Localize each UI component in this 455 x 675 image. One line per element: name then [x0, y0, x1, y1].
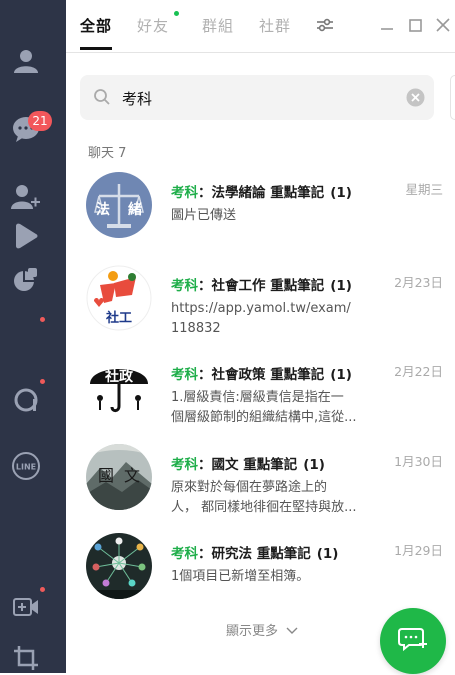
- member-count: (1): [330, 278, 352, 294]
- keyword-highlight: 考科: [171, 546, 198, 562]
- new-chat-button[interactable]: [380, 608, 446, 674]
- chat-name: ：研究法 重點筆記: [198, 546, 311, 562]
- add-friend-icon[interactable]: [9, 180, 43, 214]
- chat-name: ：法學緒論 重點筆記: [198, 185, 325, 201]
- unread-badge: 21: [28, 111, 52, 131]
- chat-preview: 圖片已傳送: [171, 206, 381, 226]
- today-icon[interactable]: [9, 262, 43, 296]
- avatar-text: 法: [96, 201, 110, 218]
- chat-item[interactable]: 社工 考科：社會工作 重點筆記 (1) https://app.yamol.tw/…: [66, 265, 455, 351]
- search-box: [80, 75, 434, 120]
- new-chat-icon: [398, 625, 428, 657]
- chat-name: ：社會工作 重點筆記: [198, 278, 325, 294]
- openchat-icon[interactable]: [9, 383, 43, 417]
- show-more-label: 顯示更多: [226, 624, 279, 639]
- member-count: (1): [330, 367, 352, 383]
- avatar: 國 文: [86, 444, 152, 510]
- chat-title: 考科：國文 重點筆記 (1): [171, 453, 325, 473]
- chat-title: 考科：社會政策 重點筆記 (1): [171, 363, 352, 383]
- preview-line: 人， 都同樣地徘徊在堅持與放...: [171, 500, 357, 515]
- video-dot: [40, 587, 45, 592]
- search-input[interactable]: [122, 87, 392, 109]
- show-more-button[interactable]: 顯示更多: [226, 620, 298, 639]
- chat-preview: 原來對於每個在夢路途上的人， 都同樣地徘徊在堅持與放...: [171, 478, 381, 518]
- chat-title: 考科：研究法 重點筆記 (1): [171, 542, 338, 562]
- keyword-highlight: 考科: [171, 367, 198, 383]
- chat-item[interactable]: 國 文 考科：國文 重點筆記 (1) 原來對於每個在夢路途上的人， 都同樣地徘徊在…: [66, 444, 455, 530]
- preview-line: 個層級節制的組織結構中,這從...: [171, 410, 357, 425]
- search-icon: [93, 88, 111, 110]
- preview-line: 原來對於每個在夢路途上的: [171, 480, 328, 495]
- svg-text:LINE: LINE: [16, 463, 36, 472]
- chat-item[interactable]: 社政 考科：社會政策 重點筆記 (1) 1.層級責信:層級責信是指在一 個層級節制的…: [66, 354, 455, 440]
- preview-line: https://app.yamol.tw/exam/: [171, 301, 351, 316]
- avatar-text: 文: [124, 466, 140, 485]
- tab-underline: [80, 47, 112, 50]
- chat-name: ：國文 重點筆記: [198, 457, 298, 473]
- avatar: 社政: [86, 354, 152, 420]
- keyword-highlight: 考科: [171, 457, 198, 473]
- keyword-highlight: 考科: [171, 185, 198, 201]
- filter-icon[interactable]: [316, 16, 334, 34]
- sidebar: 21 LINE: [0, 0, 66, 673]
- friends-new-dot: [174, 11, 179, 16]
- maximize-icon[interactable]: [406, 16, 424, 34]
- avatar: 法 緒: [86, 172, 152, 238]
- avatar-text: 國: [98, 466, 114, 485]
- avatar-text: 社政: [104, 368, 134, 385]
- today-dot: [40, 317, 45, 322]
- chat-preview: https://app.yamol.tw/exam/118832: [171, 299, 381, 339]
- member-count: (1): [303, 457, 325, 473]
- chat-item[interactable]: 考科：研究法 重點筆記 (1) 1個項目已新增至相簿。 1月29日: [66, 533, 455, 619]
- keyword-highlight: 考科: [171, 278, 198, 294]
- chat-date: 星期三: [405, 182, 443, 197]
- tab-all[interactable]: 全部: [80, 15, 112, 36]
- avatar-text: 社工: [105, 310, 132, 326]
- tab-bar: 全部 好友 群組 社群: [66, 0, 455, 53]
- chat-item[interactable]: 法 緒 考科：法學緒論 重點筆記 (1) 圖片已傳送 星期三: [66, 172, 455, 258]
- member-count: (1): [330, 185, 352, 201]
- tab-community[interactable]: 社群: [259, 15, 291, 36]
- member-count: (1): [316, 546, 339, 562]
- preview-line: 1個項目已新增至相簿。: [171, 569, 310, 584]
- chat-preview: 1個項目已新增至相簿。: [171, 567, 381, 587]
- chat-name: ：社會政策 重點筆記: [198, 367, 325, 383]
- tab-groups[interactable]: 群組: [202, 15, 234, 36]
- close-icon[interactable]: [434, 16, 452, 34]
- chat-date: 1月30日: [394, 454, 443, 469]
- openchat-dot: [40, 379, 45, 384]
- chat-title: 考科：社會工作 重點筆記 (1): [171, 274, 352, 294]
- friends-icon[interactable]: [9, 44, 43, 78]
- avatar: 社工: [86, 265, 152, 331]
- crop-icon[interactable]: [9, 641, 43, 675]
- video-call-icon[interactable]: [9, 590, 43, 624]
- chevron-down-icon: [286, 624, 298, 639]
- avatar: [86, 533, 152, 599]
- clear-search-icon[interactable]: [406, 88, 425, 111]
- chat-date: 1月29日: [394, 543, 443, 558]
- preview-line: 118832: [171, 321, 221, 336]
- side-panel-edge: [450, 75, 455, 120]
- tab-friends[interactable]: 好友: [137, 15, 169, 36]
- minimize-icon[interactable]: [378, 16, 396, 34]
- preview-line: 1.層級責信:層級責信是指在一: [171, 390, 344, 405]
- voom-icon[interactable]: [9, 219, 43, 253]
- chat-title: 考科：法學緒論 重點筆記 (1): [171, 181, 352, 201]
- chat-date: 2月23日: [394, 275, 443, 290]
- main-panel: 全部 好友 群組 社群 聊天 7: [66, 0, 455, 674]
- section-title: 聊天 7: [88, 146, 127, 161]
- chat-preview: 1.層級責信:層級責信是指在一 個層級節制的組織結構中,這從...: [171, 388, 381, 428]
- line-icon[interactable]: LINE: [9, 449, 43, 483]
- avatar-text: 緒: [128, 201, 142, 218]
- chat-date: 2月22日: [394, 364, 443, 379]
- preview-line: 圖片已傳送: [171, 208, 237, 223]
